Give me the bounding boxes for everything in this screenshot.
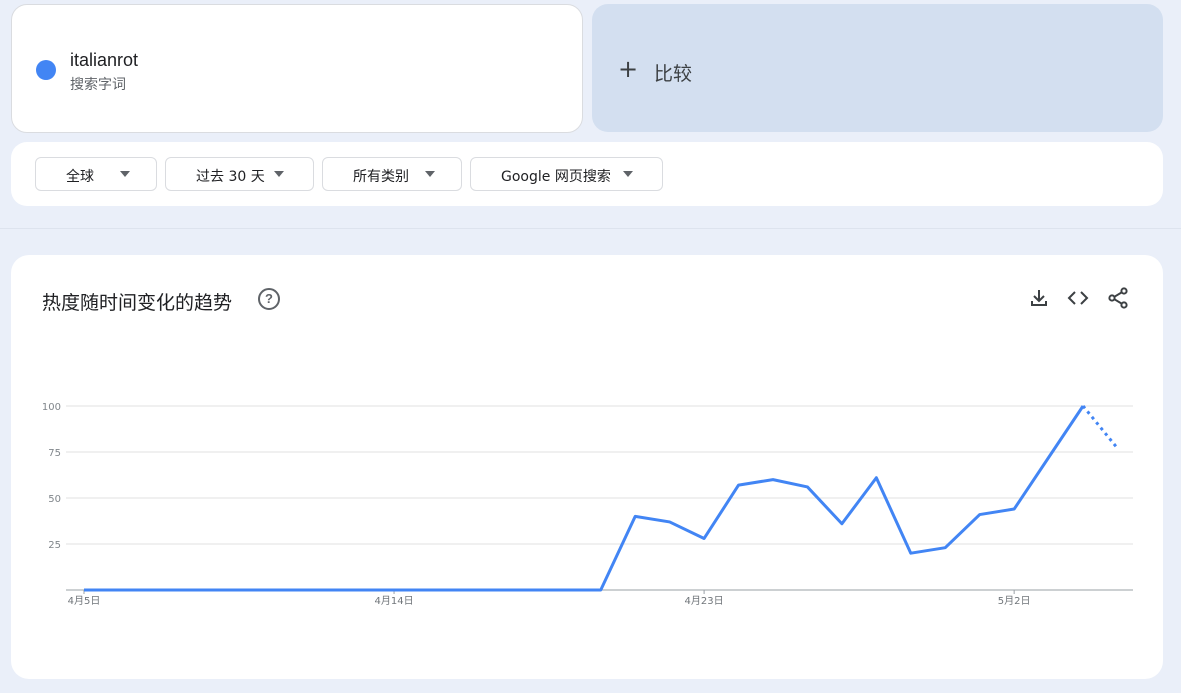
y-tick-label: 25	[48, 540, 61, 551]
x-tick-label: 4月5日	[68, 595, 101, 607]
compare-label: 比较	[654, 63, 693, 85]
time-filter-label: 过去 30 天	[196, 169, 265, 185]
y-tick-label: 75	[48, 448, 61, 459]
caret-down-icon	[120, 171, 130, 177]
x-tick-label: 4月23日	[685, 595, 724, 607]
x-tick-label: 5月2日	[998, 595, 1031, 607]
trend-chart: 25 50 75 100 4月5日 4月14日 4月23日 5月2日	[42, 402, 1133, 607]
search-type-filter-dropdown[interactable]: Google 网页搜索	[470, 157, 663, 191]
time-filter-dropdown[interactable]: 过去 30 天	[165, 157, 314, 191]
series-line-partial	[1081, 405, 1119, 450]
filter-bar: 全球 过去 30 天 所有类别 Google 网页搜索	[11, 142, 1163, 206]
region-filter-label: 全球	[66, 169, 94, 185]
term-name: italianrot	[70, 50, 139, 70]
caret-down-icon	[274, 171, 284, 177]
compare-button[interactable]: + 比较	[592, 4, 1163, 132]
plus-icon: +	[618, 55, 639, 83]
caret-down-icon	[425, 171, 435, 177]
caret-down-icon	[623, 171, 633, 177]
section-divider	[0, 228, 1181, 229]
search-type-filter-label: Google 网页搜索	[501, 169, 611, 185]
interest-over-time-card: 热度随时间变化的趋势 ? 25 50 75 100 4月5日 4月14日 4月23日 5月2日	[11, 255, 1163, 679]
category-filter-label: 所有类别	[353, 169, 409, 185]
region-filter-dropdown[interactable]: 全球	[35, 157, 157, 191]
x-tick-label: 4月14日	[375, 595, 414, 607]
y-tick-label: 100	[42, 402, 61, 413]
category-filter-dropdown[interactable]: 所有类别	[322, 157, 462, 191]
y-tick-label: 50	[48, 494, 61, 505]
term-color-dot	[36, 60, 56, 80]
term-type-label: 搜索字词	[70, 77, 126, 93]
search-term-card[interactable]: italianrot 搜索字词	[11, 4, 583, 133]
